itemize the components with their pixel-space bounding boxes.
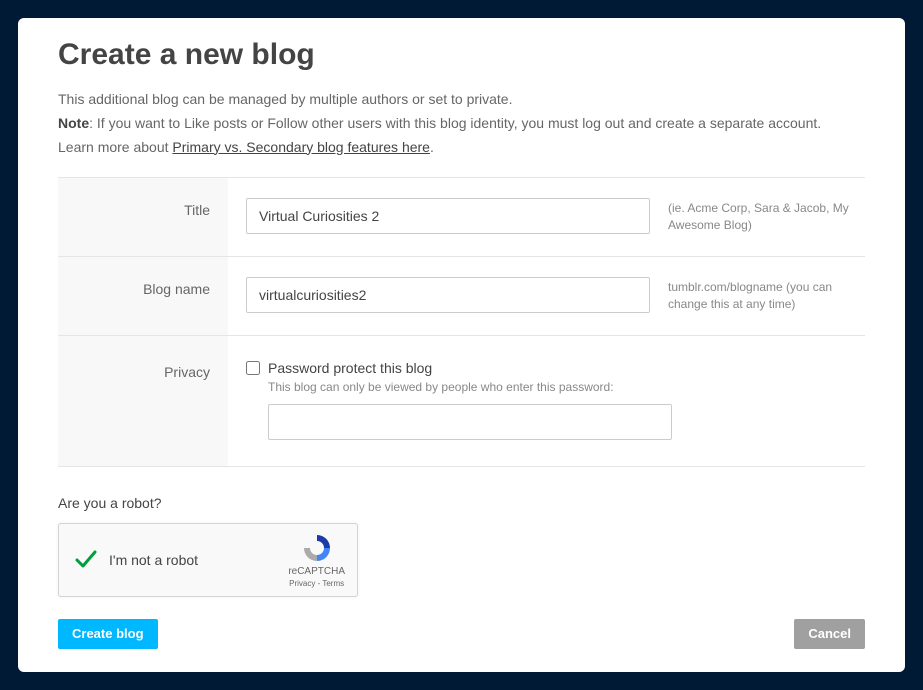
recaptcha-branding: reCAPTCHA Privacy - Terms (288, 532, 345, 588)
privacy-checkbox-wrapper[interactable]: Password protect this blog (246, 360, 650, 376)
blogname-row: Blog name tumblr.com/blogname (you can c… (58, 257, 865, 336)
recaptcha-brand: reCAPTCHA (288, 566, 345, 577)
robot-question: Are you a robot? (58, 495, 865, 511)
intro-learn: Learn more about Primary vs. Secondary b… (58, 136, 865, 160)
intro-text: This additional blog can be managed by m… (58, 88, 865, 159)
learn-suffix: . (430, 139, 434, 155)
robot-section: Are you a robot? I'm not a robot reCAPTC… (58, 495, 865, 597)
recaptcha-links: Privacy - Terms (288, 579, 345, 588)
title-hint: (ie. Acme Corp, Sara & Jacob, My Awesome… (668, 178, 865, 256)
recaptcha-widget[interactable]: I'm not a robot reCAPTCHA Privacy - Term… (58, 523, 358, 597)
recaptcha-terms-link[interactable]: Terms (322, 579, 344, 588)
title-row: Title (ie. Acme Corp, Sara & Jacob, My A… (58, 178, 865, 257)
recaptcha-label: I'm not a robot (109, 552, 288, 568)
dialog-actions: Create blog Cancel (58, 619, 865, 649)
note-text: : If you want to Like posts or Follow ot… (89, 115, 821, 131)
recaptcha-privacy-link[interactable]: Privacy (289, 579, 315, 588)
title-input-cell (228, 178, 668, 256)
blogname-label: Blog name (58, 257, 228, 335)
password-protect-label: Password protect this blog (268, 360, 432, 376)
create-blog-dialog: Create a new blog This additional blog c… (18, 18, 905, 672)
cancel-button[interactable]: Cancel (794, 619, 865, 649)
privacy-label: Privacy (58, 336, 228, 466)
page-title: Create a new blog (58, 38, 865, 72)
privacy-input-cell: Password protect this blog This blog can… (228, 336, 668, 466)
intro-note: Note: If you want to Like posts or Follo… (58, 112, 865, 136)
title-input[interactable] (246, 198, 650, 234)
blogname-input-cell (228, 257, 668, 335)
privacy-row: Privacy Password protect this blog This … (58, 336, 865, 467)
learn-prefix: Learn more about (58, 139, 172, 155)
password-protect-checkbox[interactable] (246, 361, 260, 375)
blog-password-input[interactable] (268, 404, 672, 440)
note-label: Note (58, 115, 89, 131)
privacy-description: This blog can only be viewed by people w… (268, 380, 650, 394)
blogname-hint: tumblr.com/blogname (you can change this… (668, 257, 865, 335)
form-table: Title (ie. Acme Corp, Sara & Jacob, My A… (58, 177, 865, 466)
intro-line-1: This additional blog can be managed by m… (58, 88, 865, 112)
blogname-input[interactable] (246, 277, 650, 313)
checkmark-icon (71, 545, 101, 575)
title-label: Title (58, 178, 228, 256)
privacy-hint (668, 336, 865, 466)
recaptcha-logo-icon (301, 532, 333, 564)
create-blog-button[interactable]: Create blog (58, 619, 158, 649)
primary-secondary-link[interactable]: Primary vs. Secondary blog features here (172, 139, 430, 155)
